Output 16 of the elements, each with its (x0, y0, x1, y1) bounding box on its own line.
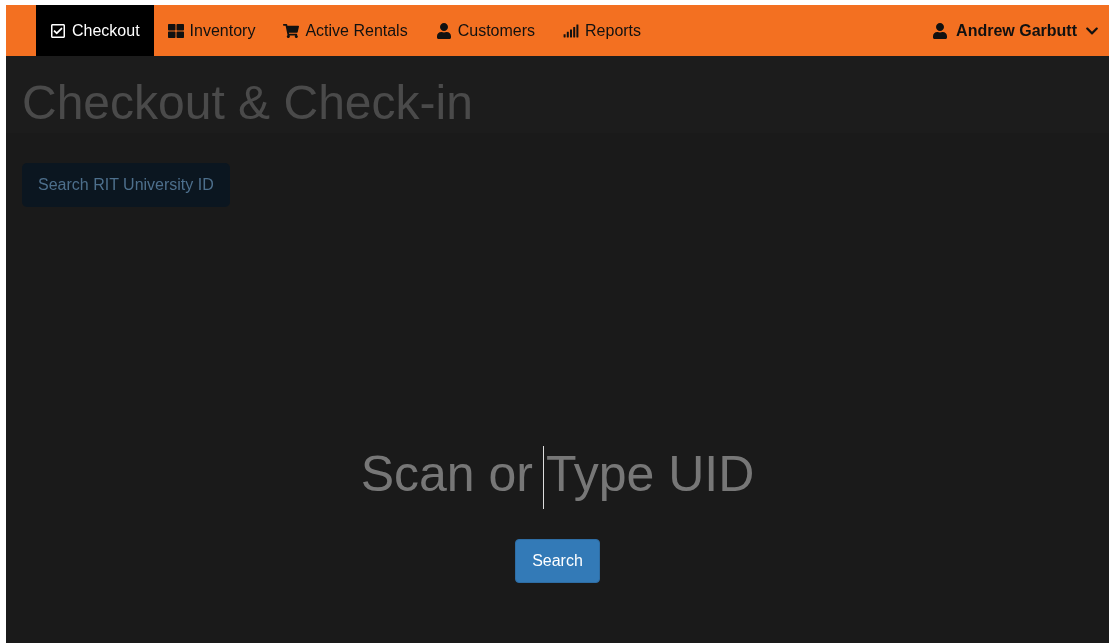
cart-icon (283, 22, 300, 39)
nav-tab[interactable]: Customers (421, 5, 550, 56)
uid-field[interactable]: Scan or Type UID (257, 439, 858, 509)
checkbox-icon (50, 22, 66, 39)
bar-chart-icon (563, 22, 580, 39)
user-icon (435, 22, 452, 39)
nav-tab[interactable]: Active Rentals (269, 5, 422, 56)
nav-tab[interactable]: Inventory (153, 5, 270, 56)
user-menu[interactable]: Andrew Garbutt (932, 5, 1099, 56)
nav-tab[interactable]: Checkout (36, 5, 154, 56)
search-button[interactable]: Search (515, 539, 600, 583)
user-icon (932, 22, 949, 39)
grid-icon (167, 22, 184, 39)
search-id-button[interactable]: Search RIT University ID (22, 163, 230, 207)
text-cursor (542, 446, 544, 509)
nav-tab[interactable]: Reports (549, 5, 656, 56)
